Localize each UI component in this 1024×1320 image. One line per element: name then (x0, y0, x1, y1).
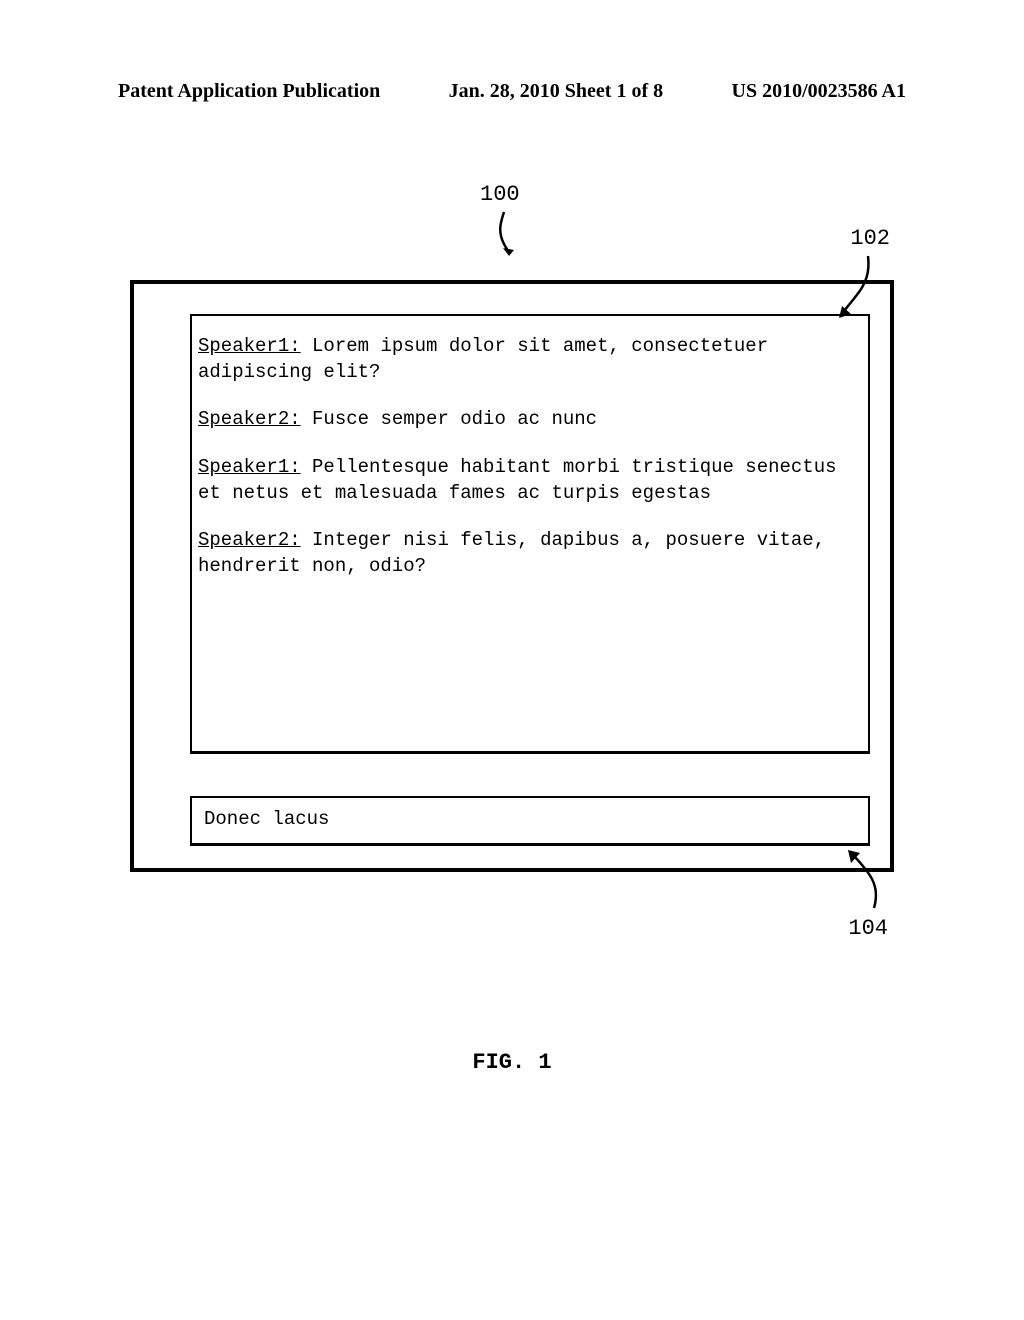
speaker-label: Speaker1: (198, 456, 301, 478)
chat-window: Speaker1: Lorem ipsum dolor sit amet, co… (130, 280, 894, 872)
header-right: US 2010/0023586 A1 (732, 80, 906, 103)
header-center: Jan. 28, 2010 Sheet 1 of 8 (449, 80, 663, 103)
reference-numeral-102: 102 (850, 226, 890, 251)
header-left: Patent Application Publication (118, 80, 380, 103)
message-input[interactable]: Donec lacus (190, 796, 870, 846)
transcript-text: Fusce semper odio ac nunc (301, 408, 597, 430)
lead-line-arrow-104-icon (844, 850, 884, 910)
speaker-label: Speaker1: (198, 335, 301, 357)
speaker-label: Speaker2: (198, 529, 301, 551)
transcript-entry: Speaker2: Integer nisi felis, dapibus a,… (198, 528, 858, 579)
reference-numeral-104: 104 (848, 916, 888, 941)
message-input-value: Donec lacus (204, 808, 329, 830)
transcript-entry: Speaker1: Lorem ipsum dolor sit amet, co… (198, 334, 858, 385)
transcript-panel: Speaker1: Lorem ipsum dolor sit amet, co… (190, 314, 870, 754)
lead-line-arrow-100-icon (496, 210, 516, 260)
transcript-entry: Speaker1: Pellentesque habitant morbi tr… (198, 455, 858, 506)
figure-label: FIG. 1 (100, 1050, 924, 1075)
speaker-label: Speaker2: (198, 408, 301, 430)
reference-numeral-100: 100 (480, 182, 520, 207)
page-header: Patent Application Publication Jan. 28, … (118, 80, 906, 103)
transcript-entry: Speaker2: Fusce semper odio ac nunc (198, 407, 858, 433)
figure-area: 100 102 Speaker1: Lorem ipsum dolor sit … (100, 130, 924, 1120)
